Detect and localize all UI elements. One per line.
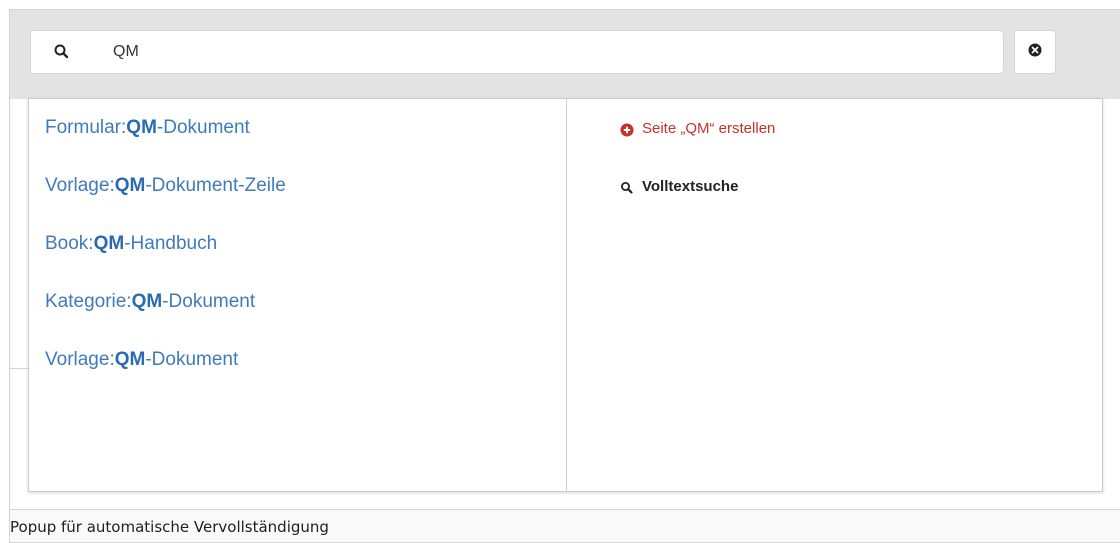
fulltext-search-link[interactable]: Volltextsuche xyxy=(620,176,738,198)
search-bar xyxy=(10,10,1120,99)
clear-search-button[interactable] xyxy=(1014,30,1056,74)
image-caption: Popup für automatische Vervollständigung xyxy=(10,518,329,536)
create-page-label: Seite „QM“ erstellen xyxy=(642,120,776,137)
search-icon xyxy=(53,43,71,61)
search-box[interactable] xyxy=(30,30,1004,74)
fulltext-search-label: Volltextsuche xyxy=(642,178,739,195)
search-icon xyxy=(620,180,634,194)
suggestion-list: Formular:QM-Dokument Vorlage:QM-Dokument… xyxy=(29,99,567,491)
suggestion-item[interactable]: Vorlage:QM-Dokument xyxy=(45,345,238,375)
suggestion-item[interactable]: Formular:QM-Dokument xyxy=(45,113,250,143)
suggestion-item[interactable]: Vorlage:QM-Dokument-Zeile xyxy=(45,171,286,201)
caption-bar: Popup für automatische Vervollständigung xyxy=(9,510,1120,543)
divider xyxy=(9,368,29,369)
suggestion-item[interactable]: Kategorie:QM-Dokument xyxy=(45,287,255,317)
suggestion-item[interactable]: Book:QM-Handbuch xyxy=(45,229,217,259)
close-circle-icon xyxy=(1028,43,1042,62)
search-input[interactable] xyxy=(113,35,993,69)
create-page-link[interactable]: Seite „QM“ erstellen xyxy=(620,118,775,140)
autocomplete-popup: Formular:QM-Dokument Vorlage:QM-Dokument… xyxy=(28,98,1103,492)
plus-circle-icon xyxy=(620,122,634,137)
action-list: Seite „QM“ erstellen Volltextsuche xyxy=(568,99,1103,491)
